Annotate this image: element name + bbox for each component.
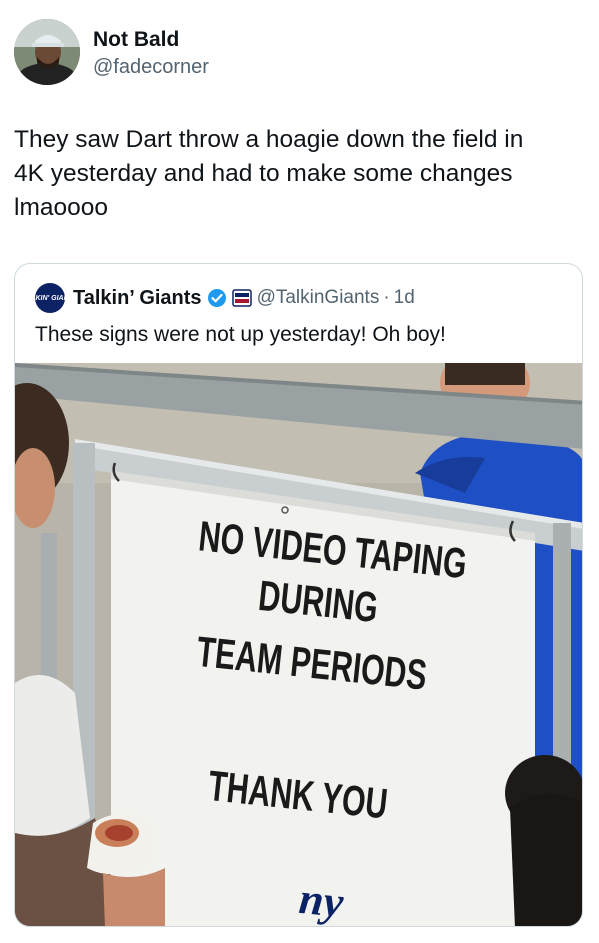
author-avatar[interactable]: [14, 19, 80, 85]
avatar-photo: [14, 19, 80, 85]
tweet-text-line: lmaoooo: [14, 194, 108, 221]
tweet-text-line: They saw Dart throw a hoagie down the fi…: [14, 126, 524, 153]
author-display-name[interactable]: Not Bald: [93, 27, 179, 53]
quoted-tweet-card[interactable]: TALKIN' GIANTS Talkin’ Giants @TalkinGia…: [14, 263, 583, 927]
affiliate-badge-icon[interactable]: [231, 289, 252, 307]
quoted-author-name[interactable]: Talkin’ Giants: [73, 287, 202, 310]
tweet-text-line: 4K yesterday and had to make some change…: [14, 160, 513, 187]
quoted-tweet-text: These signs were not up yesterday! Oh bo…: [35, 323, 446, 346]
quoted-author-avatar[interactable]: TALKIN' GIANTS: [22, 283, 78, 313]
verified-badge-icon: [207, 288, 227, 308]
separator-dot: ·: [383, 287, 390, 308]
quoted-tweet-photo[interactable]: NO VIDEO TAPING DURING TEAM PERIODS THAN…: [15, 363, 582, 927]
quoted-avatar-logo-text: TALKIN' GIANTS: [22, 294, 78, 302]
quoted-author-handle[interactable]: @TalkinGiants: [257, 287, 380, 309]
giants-ny-logo: ny: [297, 874, 346, 927]
quoted-tweet-header: TALKIN' GIANTS Talkin’ Giants @TalkinGia…: [22, 283, 415, 313]
author-handle[interactable]: @fadecorner: [93, 54, 209, 80]
tweet-text: They saw Dart throw a hoagie down the fi…: [14, 123, 574, 225]
quoted-timestamp[interactable]: 1d: [394, 287, 415, 309]
